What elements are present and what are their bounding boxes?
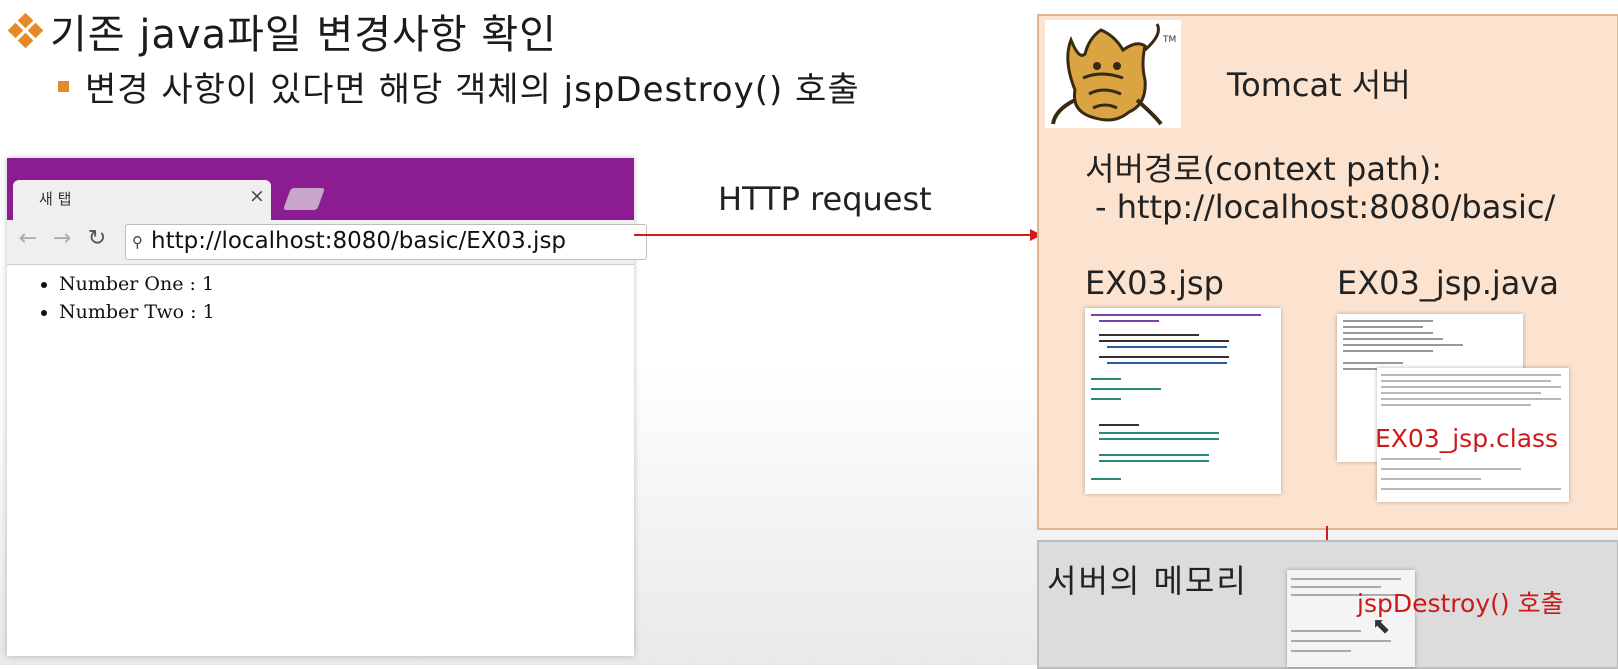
slide-title: 기존 java파일 변경사항 확인 xyxy=(7,2,557,60)
context-path-label: 서버경로(context path): xyxy=(1085,150,1443,188)
browser-window: 새 탭 × ← → ↻ ⚲ http://localhost:8080/basi… xyxy=(7,158,647,656)
class-file-label: EX03_jsp.class xyxy=(1375,424,1559,453)
memory-label: 서버의 메모리 xyxy=(1047,562,1248,600)
list-item: Number Two : 1 xyxy=(59,298,215,326)
forward-arrow-icon[interactable]: → xyxy=(49,226,75,251)
java-file-label: EX03_jsp.java xyxy=(1337,264,1559,302)
jsp-code-thumbnail xyxy=(1085,308,1281,494)
mouse-cursor-icon: ⬉ xyxy=(1372,614,1391,639)
square-bullet-icon xyxy=(58,81,69,92)
http-request-label: HTTP request xyxy=(718,180,932,218)
request-arrow xyxy=(634,234,1032,236)
tab-label: 새 탭 xyxy=(39,190,72,208)
reload-icon[interactable]: ↻ xyxy=(84,226,110,251)
server-memory-box: 서버의 메모리 jspDestroy() 호출 xyxy=(1037,540,1618,669)
search-icon: ⚲ xyxy=(132,233,143,251)
address-bar[interactable]: ⚲ http://localhost:8080/basic/EX03.jsp xyxy=(125,224,647,260)
slide-title-text: 기존 java파일 변경사항 확인 xyxy=(50,12,557,58)
tomcat-logo-icon: TM xyxy=(1045,20,1181,128)
slide-bullet-text: 변경 사항이 있다면 해당 객체의 jspDestroy() 호출 xyxy=(85,70,860,110)
diamond-bullet-icon xyxy=(7,12,44,49)
address-url[interactable]: http://localhost:8080/basic/EX03.jsp xyxy=(151,228,566,254)
tomcat-server-box: TM Tomcat 서버 서버경로(context path): - http:… xyxy=(1037,14,1618,530)
back-arrow-icon[interactable]: ← xyxy=(15,226,41,251)
browser-tab[interactable]: 새 탭 × xyxy=(13,180,271,222)
jsp-file-label: EX03.jsp xyxy=(1085,264,1224,302)
list-item: Number One : 1 xyxy=(59,270,215,298)
svg-text:TM: TM xyxy=(1162,35,1176,45)
browser-tab-strip: 새 탭 × xyxy=(7,158,634,222)
slide-bullet: 변경 사항이 있다면 해당 객체의 jspDestroy() 호출 xyxy=(58,62,860,111)
browser-toolbar: ← → ↻ ⚲ http://localhost:8080/basic/EX03… xyxy=(7,220,647,265)
close-icon[interactable]: × xyxy=(249,185,265,207)
context-path-url: - http://localhost:8080/basic/ xyxy=(1095,188,1556,226)
page-content-list: Number One : 1 Number Two : 1 xyxy=(37,270,215,326)
server-title: Tomcat 서버 xyxy=(1227,66,1411,104)
new-tab-button[interactable] xyxy=(282,188,326,210)
